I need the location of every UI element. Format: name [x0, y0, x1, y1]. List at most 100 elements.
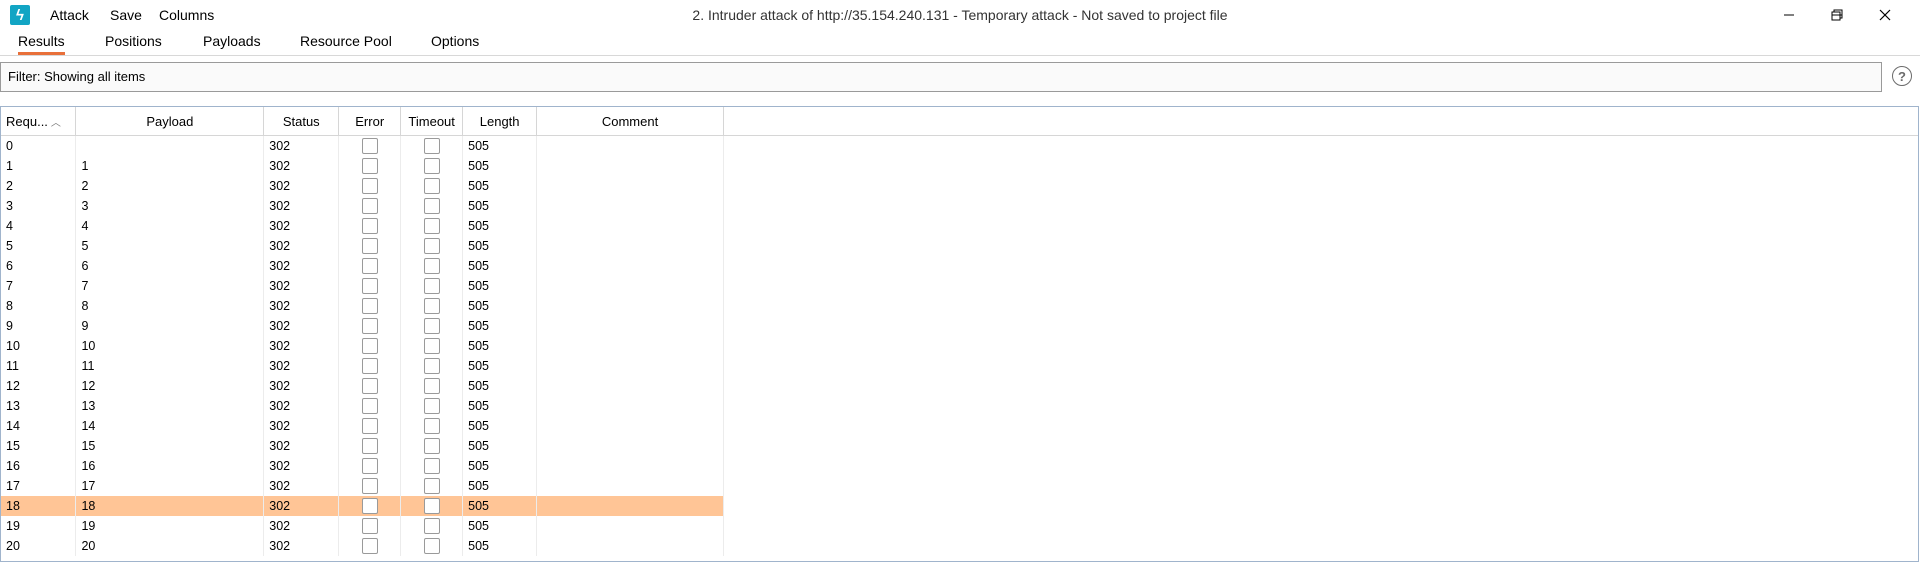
timeout-checkbox[interactable]: [423, 398, 440, 414]
table-row[interactable]: 10 10 302 505: [1, 336, 1918, 356]
column-header-payload[interactable]: Payload: [75, 107, 265, 136]
table-row[interactable]: 19 19 302 505: [1, 516, 1918, 536]
timeout-checkbox[interactable]: [423, 178, 440, 194]
table-row[interactable]: 11 11 302 505: [1, 356, 1918, 376]
cell-comment: [536, 276, 724, 296]
error-checkbox[interactable]: [361, 398, 378, 414]
column-header-comment[interactable]: Comment: [536, 107, 724, 136]
timeout-checkbox[interactable]: [423, 298, 440, 314]
timeout-checkbox[interactable]: [423, 138, 440, 154]
table-row[interactable]: 14 14 302 505: [1, 416, 1918, 436]
error-checkbox[interactable]: [361, 198, 378, 214]
error-checkbox[interactable]: [361, 318, 378, 334]
timeout-checkbox[interactable]: [423, 238, 440, 254]
error-checkbox[interactable]: [361, 298, 378, 314]
tab-payloads[interactable]: Payloads: [203, 33, 261, 49]
timeout-checkbox[interactable]: [423, 258, 440, 274]
timeout-checkbox[interactable]: [423, 438, 440, 454]
table-row[interactable]: 8 8 302 505: [1, 296, 1918, 316]
error-checkbox[interactable]: [361, 438, 378, 454]
table-row[interactable]: 16 16 302 505: [1, 456, 1918, 476]
tab-options[interactable]: Options: [431, 33, 479, 49]
error-checkbox[interactable]: [361, 378, 378, 394]
column-header-error[interactable]: Error: [338, 107, 402, 136]
timeout-checkbox[interactable]: [423, 218, 440, 234]
filter-bar[interactable]: Filter: Showing all items: [0, 62, 1882, 92]
error-checkbox[interactable]: [361, 518, 378, 534]
cell-filler: [723, 216, 1918, 236]
column-header-length[interactable]: Length: [462, 107, 538, 136]
table-row[interactable]: 2 2 302 505: [1, 176, 1918, 196]
restore-button[interactable]: [1814, 0, 1860, 30]
cell-payload: 14: [75, 416, 265, 436]
timeout-checkbox[interactable]: [423, 338, 440, 354]
column-header-status[interactable]: Status: [263, 107, 340, 136]
table-row[interactable]: 3 3 302 505: [1, 196, 1918, 216]
cell-filler: [723, 316, 1918, 336]
close-icon[interactable]: [1862, 0, 1908, 30]
cell-payload: 3: [75, 196, 265, 216]
error-checkbox[interactable]: [361, 418, 378, 434]
table-row[interactable]: 18 18 302 505: [1, 496, 1918, 516]
table-row[interactable]: 17 17 302 505: [1, 476, 1918, 496]
cell-request: 10: [1, 336, 77, 356]
cell-comment: [536, 156, 724, 176]
cell-comment: [536, 296, 724, 316]
timeout-checkbox[interactable]: [423, 158, 440, 174]
error-checkbox[interactable]: [361, 158, 378, 174]
cell-error: [338, 336, 402, 356]
error-checkbox[interactable]: [361, 138, 378, 154]
table-row[interactable]: 4 4 302 505: [1, 216, 1918, 236]
timeout-checkbox[interactable]: [423, 478, 440, 494]
table-row[interactable]: 5 5 302 505: [1, 236, 1918, 256]
help-icon[interactable]: ?: [1892, 66, 1912, 86]
timeout-checkbox[interactable]: [423, 378, 440, 394]
column-header-request[interactable]: Requ... ︿: [1, 107, 77, 136]
error-checkbox[interactable]: [361, 238, 378, 254]
cell-length: 505: [462, 216, 538, 236]
error-checkbox[interactable]: [361, 478, 378, 494]
cell-timeout: [400, 356, 464, 376]
table-row[interactable]: 20 20 302 505: [1, 536, 1918, 556]
tab-results[interactable]: Results: [18, 33, 65, 55]
table-row[interactable]: 7 7 302 505: [1, 276, 1918, 296]
table-row[interactable]: 1 1 302 505: [1, 156, 1918, 176]
timeout-checkbox[interactable]: [423, 318, 440, 334]
error-checkbox[interactable]: [361, 258, 378, 274]
error-checkbox[interactable]: [361, 178, 378, 194]
table-row[interactable]: 15 15 302 505: [1, 436, 1918, 456]
cell-length: 505: [462, 276, 538, 296]
minimize-button[interactable]: [1766, 0, 1812, 30]
error-checkbox[interactable]: [361, 458, 378, 474]
table-row[interactable]: 0 302 505: [1, 135, 1918, 156]
table-row[interactable]: 9 9 302 505: [1, 316, 1918, 336]
error-checkbox[interactable]: [361, 338, 378, 354]
column-header-timeout[interactable]: Timeout: [400, 107, 464, 136]
timeout-checkbox[interactable]: [423, 198, 440, 214]
tab-resource-pool[interactable]: Resource Pool: [300, 33, 392, 49]
cell-length: 505: [462, 316, 538, 336]
table-row[interactable]: 13 13 302 505: [1, 396, 1918, 416]
cell-payload: 4: [75, 216, 265, 236]
timeout-checkbox[interactable]: [423, 278, 440, 294]
error-checkbox[interactable]: [361, 358, 378, 374]
timeout-checkbox[interactable]: [423, 538, 440, 554]
cell-filler: [723, 176, 1918, 196]
error-checkbox[interactable]: [361, 278, 378, 294]
timeout-checkbox[interactable]: [423, 358, 440, 374]
error-checkbox[interactable]: [361, 218, 378, 234]
error-checkbox[interactable]: [361, 538, 378, 554]
cell-filler: [723, 336, 1918, 356]
error-checkbox[interactable]: [361, 498, 378, 514]
timeout-checkbox[interactable]: [423, 458, 440, 474]
cell-payload: 19: [75, 516, 265, 536]
timeout-checkbox[interactable]: [423, 518, 440, 534]
table-row[interactable]: 12 12 302 505: [1, 376, 1918, 396]
cell-timeout: [400, 336, 464, 356]
timeout-checkbox[interactable]: [423, 418, 440, 434]
cell-status: 302: [263, 476, 340, 496]
timeout-checkbox[interactable]: [423, 498, 440, 514]
tab-positions[interactable]: Positions: [105, 33, 162, 49]
results-grid: Requ... ︿ Payload Status Error Timeout Le…: [1, 107, 1918, 556]
table-row[interactable]: 6 6 302 505: [1, 256, 1918, 276]
